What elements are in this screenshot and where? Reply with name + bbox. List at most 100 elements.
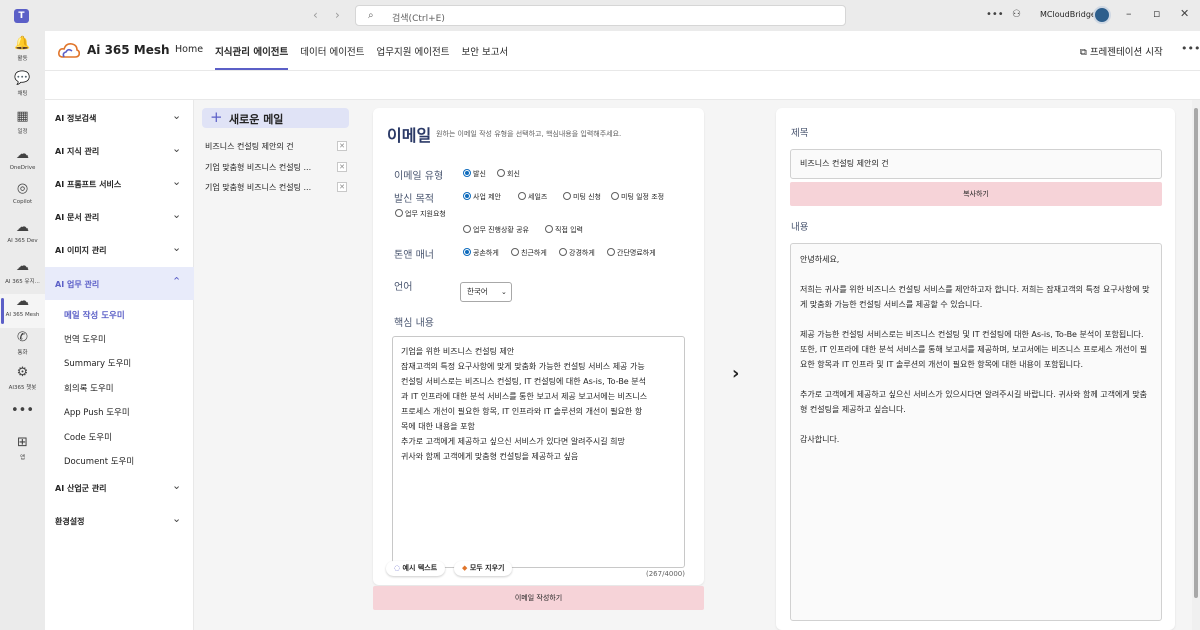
radio-email-type[interactable]: 회신	[497, 169, 520, 179]
menu-group-industry[interactable]: AI 산업군 관리 ⌄	[45, 471, 194, 504]
chevron-down-icon: ⌄	[172, 479, 182, 492]
tab-knowledge-agent[interactable]: 지식관리 에이전트	[215, 44, 289, 70]
copy-button[interactable]: 복사하기	[790, 182, 1162, 206]
search-icon: ⌕	[368, 10, 374, 21]
rail-item-label: AI 365 Dev	[7, 238, 38, 244]
rail-item[interactable]: ☁ AI 365 유지...	[0, 259, 45, 293]
history-item[interactable]: 기업 맞춤형 비즈니스 컨설팅 ... ✕	[205, 162, 351, 178]
menu-group-label: AI 지식 관리	[55, 147, 100, 156]
body-paragraph: 감사합니다.	[800, 435, 840, 444]
rail-item[interactable]: ⚙ AI365 챗봇	[0, 365, 45, 399]
rail-item[interactable]: 🔔 활동	[0, 36, 45, 70]
radio-purpose[interactable]: 미팅 신청	[563, 192, 601, 202]
rail-item[interactable]: ☁ AI 365 Dev	[0, 220, 45, 254]
core-content-line: 기업을 위한 비즈니스 컨설팅 제안	[401, 347, 515, 356]
ai365-dev-icon: ☁	[16, 220, 29, 235]
radio-purpose[interactable]: 직접 입력	[545, 225, 583, 235]
menu-item-document-helper[interactable]: Document 도우미	[45, 448, 194, 472]
search-input[interactable]: ⌕ 검색(Ctrl+E)	[355, 5, 846, 26]
search-placeholder: 검색(Ctrl+E)	[392, 14, 445, 24]
tab-data-agent[interactable]: 데이터 에이전트	[300, 44, 364, 70]
tab-home[interactable]: Home	[175, 44, 203, 70]
app-more-icon[interactable]: •••	[1181, 42, 1200, 55]
rail-item[interactable]: ⊞ 앱	[0, 435, 45, 469]
history-item[interactable]: 비즈니스 컨설팅 제안의 건 ✕	[205, 141, 351, 157]
radio-email-type[interactable]: 발신	[463, 169, 486, 179]
rail-item-label: Copilot	[12, 199, 33, 205]
chat-icon: 💬	[14, 71, 31, 86]
app-rail: 🔔 활동 💬 채팅 ▦ 일정 ☁ OneDrive ◎ Copilot ☁ AI 365 Dev ☁ AI…	[0, 31, 45, 630]
app-name: Ai 365 Mesh	[87, 43, 170, 57]
menu-group-settings[interactable]: 환경설정 ⌄	[45, 504, 194, 537]
delete-icon[interactable]: ✕	[337, 141, 347, 151]
rail-item[interactable]: ◎ Copilot	[0, 181, 45, 215]
close-icon[interactable]: ✕	[1180, 7, 1189, 20]
history-item-label: 기업 맞춤형 비즈니스 컨설팅 ...	[205, 183, 312, 192]
menu-group-knowledge[interactable]: AI 지식 관리 ⌄	[45, 134, 194, 167]
radio-label: 간단명료하게	[617, 249, 656, 257]
rail-item[interactable]: ✆ 통화	[0, 330, 45, 364]
delete-icon[interactable]: ✕	[337, 162, 347, 172]
menu-item-mail-helper[interactable]: 메일 작성 도우미	[45, 302, 194, 326]
history-item-label: 기업 맞춤형 비즈니스 컨설팅 ...	[205, 163, 312, 172]
rail-item[interactable]: •••	[0, 403, 45, 437]
menu-group-prompt[interactable]: AI 프롬프트 서비스 ⌄	[45, 167, 194, 200]
rail-item[interactable]: ☁ AI 365 Mesh	[0, 294, 45, 328]
language-select[interactable]: 한국어 ⌄	[460, 282, 512, 302]
radio-tone[interactable]: 강경하게	[559, 248, 595, 258]
radio-purpose[interactable]: 세일즈	[518, 192, 547, 202]
rail-item-label: AI 365 유지...	[5, 279, 40, 285]
radio-purpose[interactable]: 업무 지원요청	[395, 209, 446, 219]
back-arrow-icon[interactable]: ‹	[313, 8, 318, 22]
radio-tone[interactable]: 간단명료하게	[607, 248, 656, 258]
subject-field[interactable]: 비즈니스 컨설팅 제안의 건	[790, 149, 1162, 179]
radio-label: 발신	[473, 170, 486, 178]
radio-purpose[interactable]: 업무 진행상황 공유	[463, 225, 529, 235]
shield-person-icon[interactable]: ⚇	[1012, 9, 1021, 20]
rail-item-label: 채팅	[17, 91, 28, 97]
restore-icon[interactable]: ▫	[1153, 7, 1160, 20]
radio-tone[interactable]: 공손하게	[463, 248, 499, 258]
rail-item[interactable]: ☁ OneDrive	[0, 147, 45, 181]
radio-purpose[interactable]: 사업 제안	[463, 192, 501, 202]
tab-security-report[interactable]: 보안 보고서	[461, 44, 508, 70]
new-mail-button[interactable]: + 새로운 메일	[202, 108, 349, 128]
menu-group-info-search[interactable]: AI 정보검색 ⌄	[45, 101, 194, 134]
minimize-icon[interactable]: –	[1126, 7, 1132, 20]
radio-purpose[interactable]: 미팅 일정 조정	[611, 192, 664, 202]
radio-tone[interactable]: 친근하게	[511, 248, 547, 258]
tab-work-support-agent[interactable]: 업무지원 에이전트	[377, 44, 450, 70]
menu-group-document[interactable]: AI 문서 관리 ⌄	[45, 200, 194, 233]
menu-group-image[interactable]: AI 이미지 관리 ⌄	[45, 233, 194, 266]
scrollbar-thumb[interactable]	[1194, 108, 1198, 598]
history-item[interactable]: 기업 맞춤형 비즈니스 컨설팅 ... ✕	[205, 182, 351, 198]
eraser-icon: ◆	[462, 564, 470, 572]
menu-group-label: AI 정보검색	[55, 114, 97, 123]
forward-arrow-icon[interactable]: ›	[335, 8, 340, 22]
menu-item-translate-helper[interactable]: 번역 도우미	[45, 326, 194, 350]
menu-item-app-push-helper[interactable]: App Push 도우미	[45, 399, 194, 423]
rail-item[interactable]: 💬 채팅	[0, 71, 45, 105]
menu-group-work[interactable]: AI 업무 관리 ⌃	[45, 267, 194, 300]
rail-item[interactable]: ▦ 일정	[0, 109, 45, 143]
menu-item-summary-helper[interactable]: Summary 도우미	[45, 350, 194, 374]
generate-email-button[interactable]: 이메일 작성하기	[373, 586, 704, 610]
delete-icon[interactable]: ✕	[337, 182, 347, 192]
clear-all-button[interactable]: ◆ 모두 지우기	[454, 561, 513, 576]
radio-label: 회신	[507, 170, 520, 178]
plus-icon: +	[210, 108, 223, 126]
menu-item-code-helper[interactable]: Code 도우미	[45, 424, 194, 448]
more-options-icon[interactable]: •••	[986, 9, 1004, 20]
radio-dot	[395, 209, 403, 217]
present-button[interactable]: ⧉ 프레젠테이션 시작	[1080, 44, 1163, 58]
radio-label: 미팅 일정 조정	[621, 193, 665, 201]
core-content-textarea[interactable]: 기업을 위한 비즈니스 컨설팅 제안 잠재고객의 특정 요구사항에 맞게 맞춤화…	[392, 336, 685, 568]
menu-item-minutes-helper[interactable]: 회의록 도우미	[45, 375, 194, 399]
scrollbar[interactable]	[1192, 100, 1200, 630]
radio-label: 친근하게	[521, 249, 547, 257]
avatar[interactable]	[1093, 6, 1111, 24]
core-content-line: 과 IT 인프라에 대한 분석 서비스를 통한 보고서 제공 보고서에는 비즈니…	[401, 392, 648, 401]
body-field[interactable]: 안녕하세요, 저희는 귀사를 위한 비즈니스 컨설팅 서비스를 제안하고자 합니…	[790, 243, 1162, 621]
radio-label: 세일즈	[528, 193, 548, 201]
example-text-button[interactable]: ◌ 예시 텍스트	[386, 561, 446, 576]
